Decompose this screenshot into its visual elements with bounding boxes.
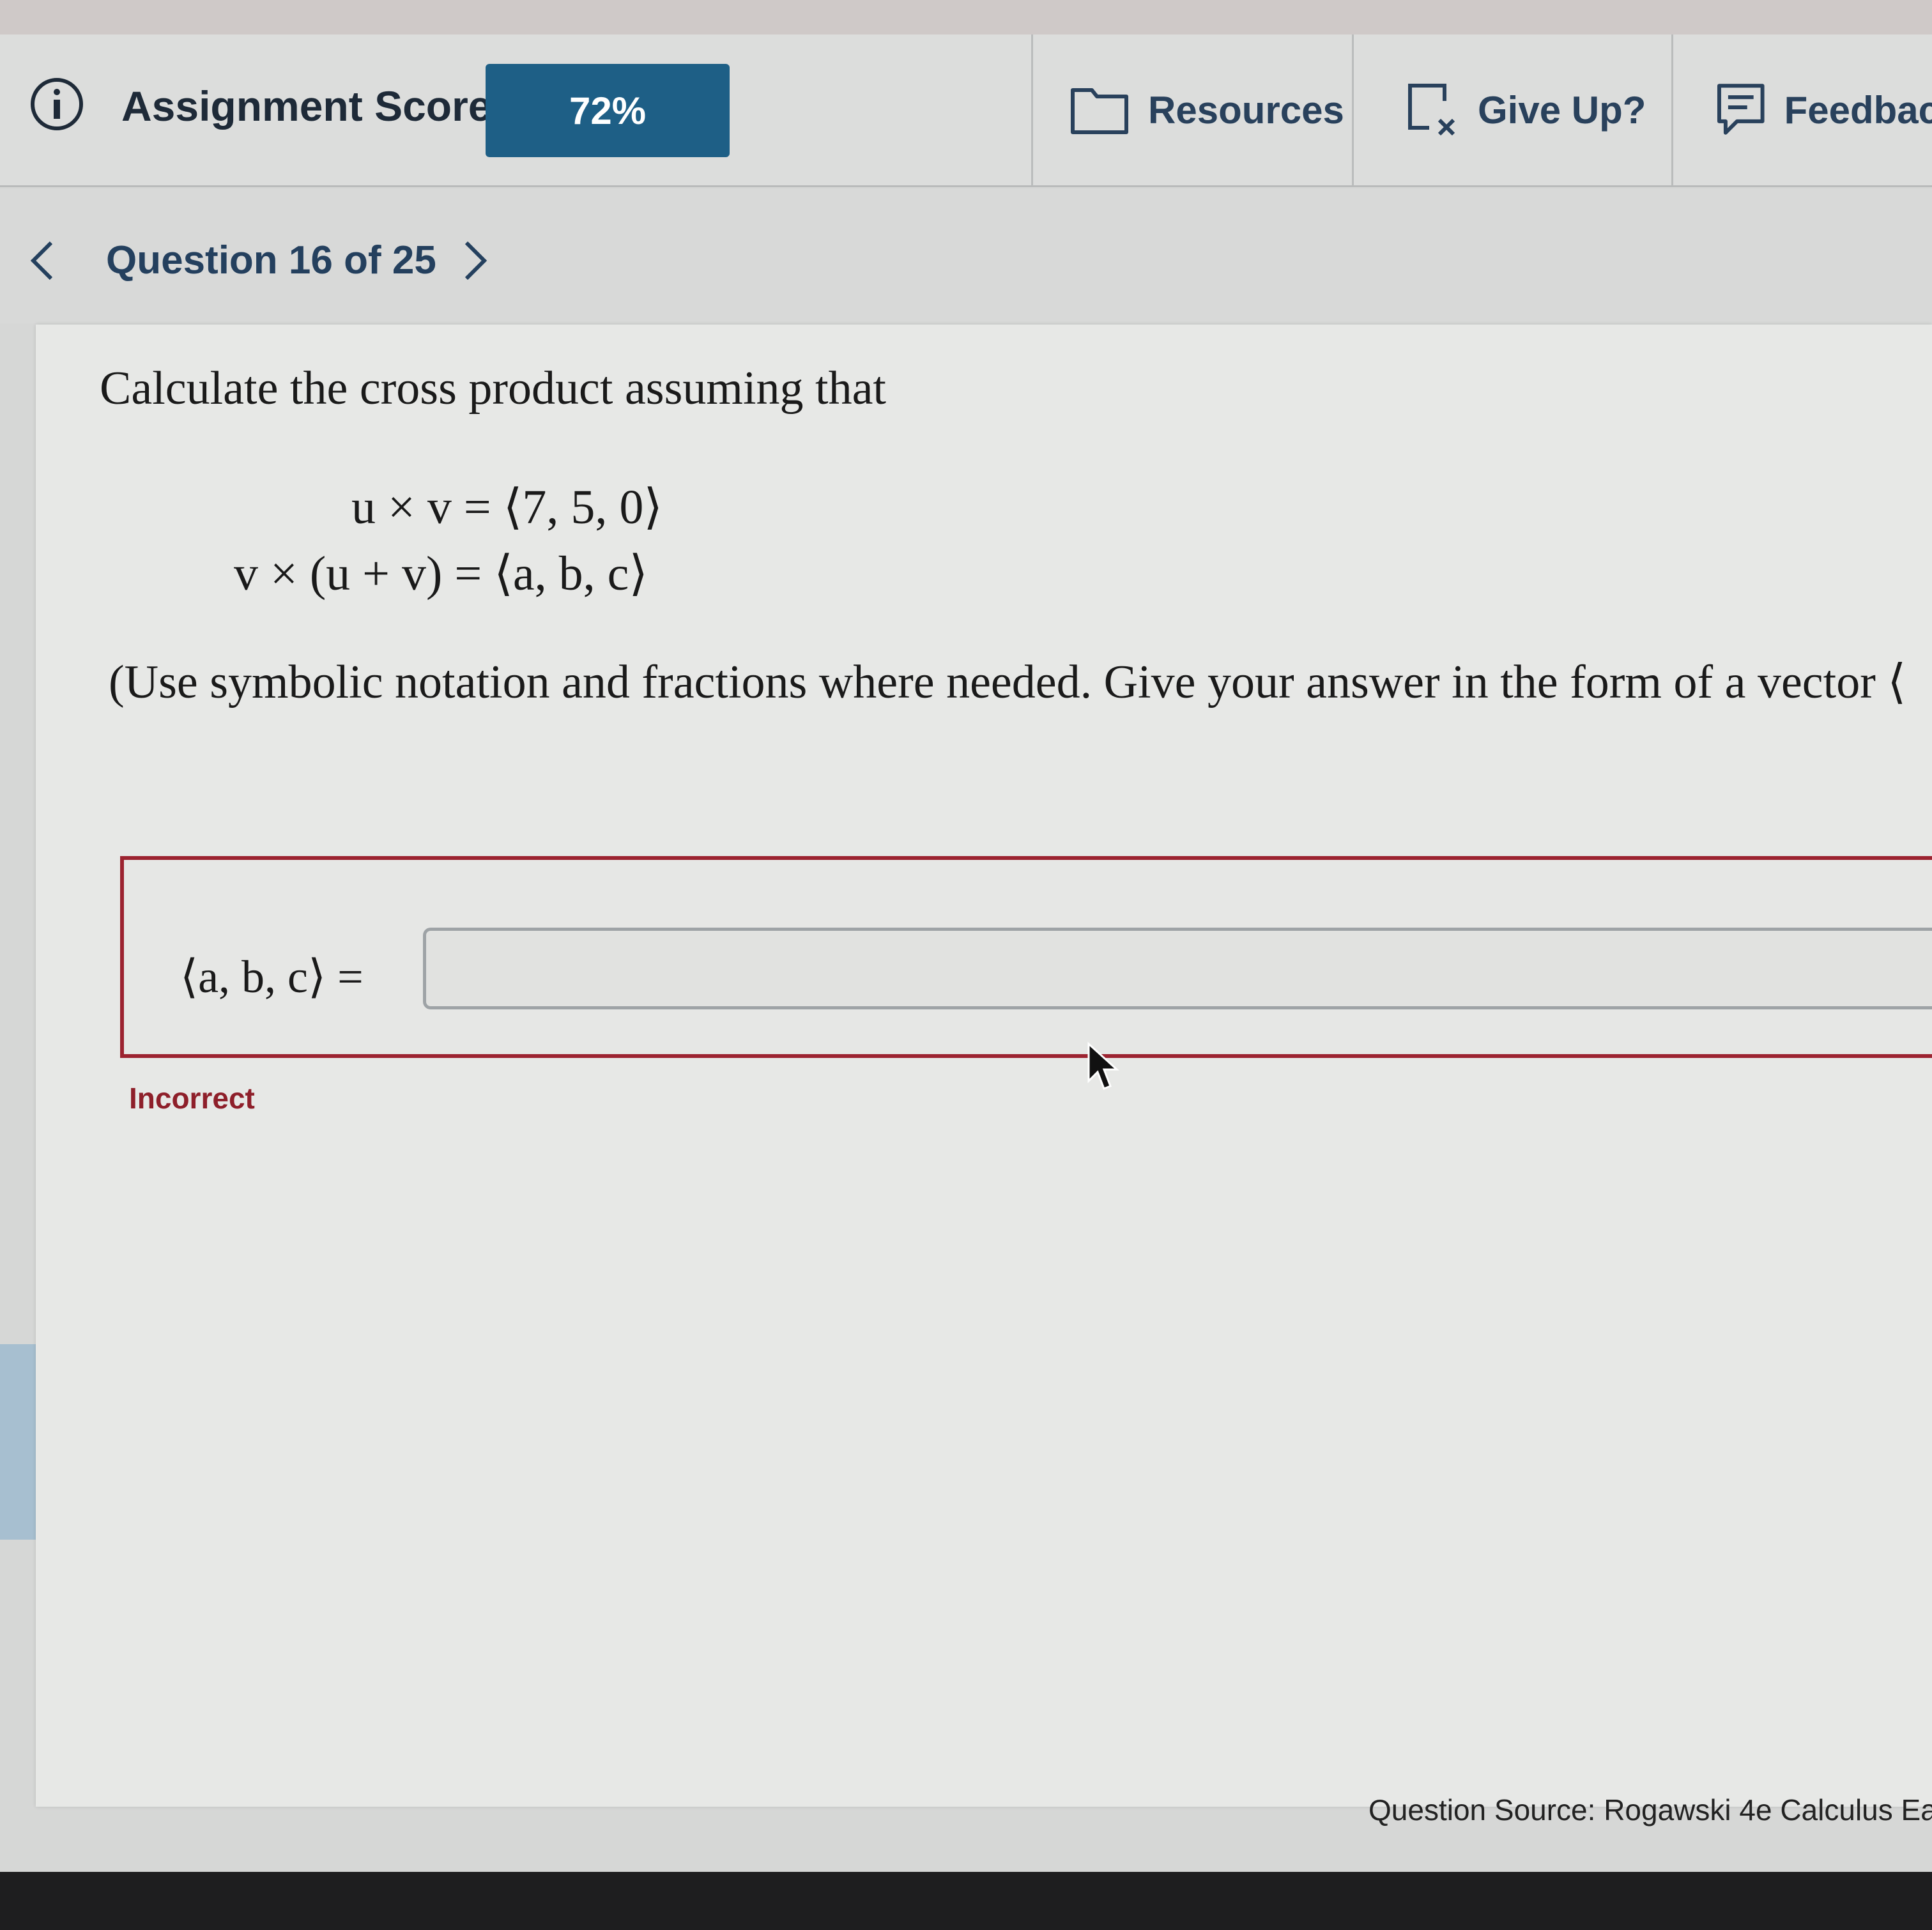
feedback-button[interactable]: Feedbac xyxy=(1671,34,1932,185)
answer-input[interactable] xyxy=(423,928,1932,1009)
resources-label: Resources xyxy=(1148,88,1344,132)
feedback-icon xyxy=(1717,84,1765,135)
chevron-left-icon[interactable] xyxy=(23,238,61,284)
assignment-score-badge[interactable]: 72% xyxy=(486,64,730,157)
mouse-cursor-icon xyxy=(1087,1041,1119,1090)
give-up-button[interactable]: Give Up? xyxy=(1352,34,1671,185)
bottom-bezel xyxy=(0,1872,1932,1930)
question-instructions: (Use symbolic notation and fractions whe… xyxy=(109,656,1906,708)
equation-2: v × (u + v) = ⟨a, b, c⟩ xyxy=(234,547,648,601)
give-up-icon xyxy=(1408,84,1455,136)
question-source: Question Source: Rogawski 4e Calculus Ea… xyxy=(1368,1793,1932,1827)
answer-label: ⟨a, b, c⟩ = xyxy=(180,951,364,1002)
give-up-label: Give Up? xyxy=(1478,88,1646,132)
question-counter[interactable]: Question 16 of 25 xyxy=(106,238,436,283)
chevron-right-icon[interactable] xyxy=(456,238,494,284)
assignment-score-label: Assignment Score: xyxy=(121,82,506,130)
question-prompt: Calculate the cross product assuming tha… xyxy=(100,362,886,415)
resources-button[interactable]: Resources xyxy=(1031,34,1352,185)
top-strip xyxy=(0,0,1932,34)
equation-1: u × v = ⟨7, 5, 0⟩ xyxy=(351,480,663,534)
incorrect-status: Incorrect xyxy=(129,1082,255,1115)
feedback-label: Feedbac xyxy=(1784,88,1932,132)
info-icon[interactable] xyxy=(29,77,84,132)
folder-icon xyxy=(1071,88,1128,134)
